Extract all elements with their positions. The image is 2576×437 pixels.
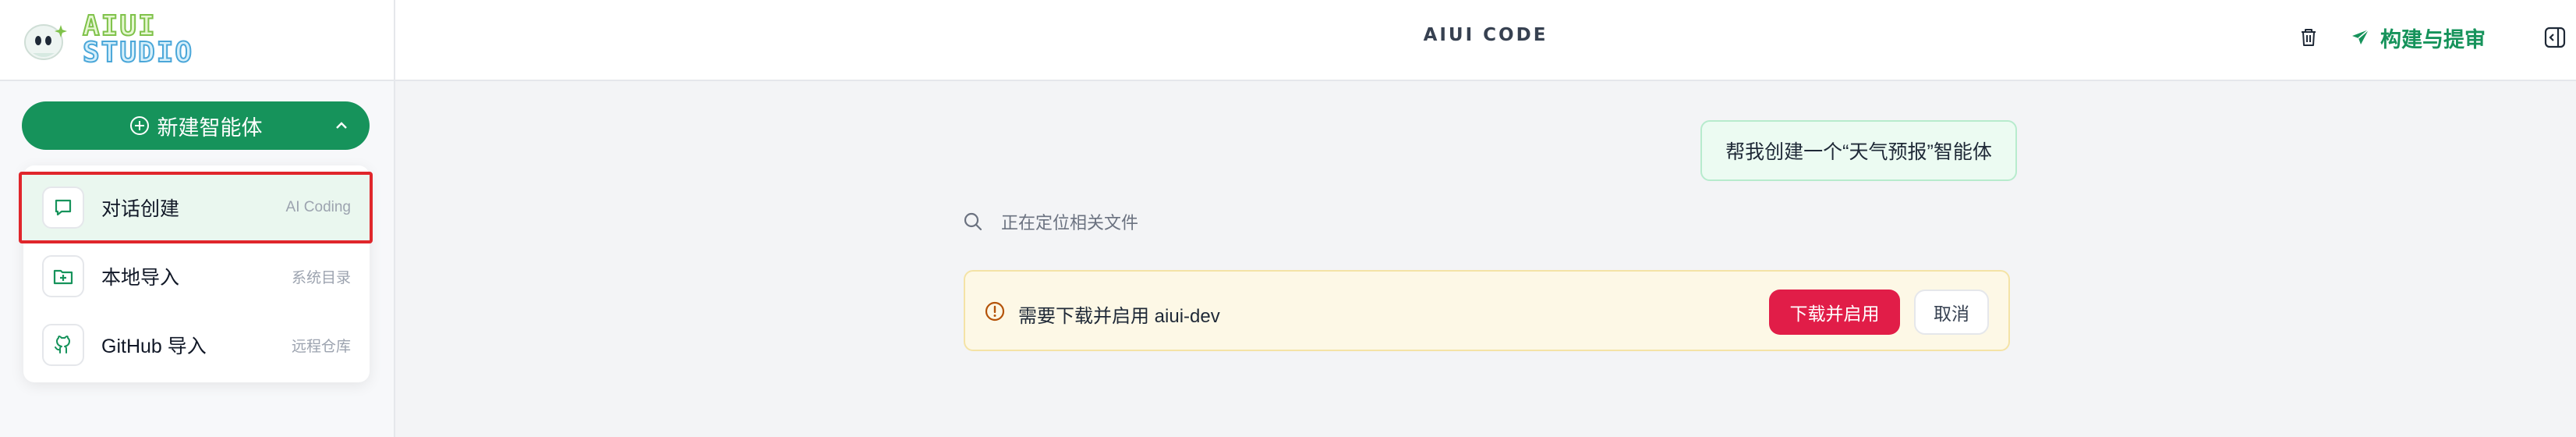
- status-text: 正在定位相关文件: [1001, 213, 1139, 233]
- menu-item-hint: 远程仓库: [291, 338, 351, 355]
- cancel-button[interactable]: 取消: [1914, 290, 1989, 335]
- page-title: AIUI CODE: [1423, 25, 1548, 45]
- new-agent-menu: 对话创建 AI Coding 本地导入 系统目录 GitHub 导入 远程仓库: [19, 165, 373, 382]
- alert-circle-icon: [985, 301, 1005, 322]
- menu-item-label: 对话创建: [101, 198, 180, 220]
- brand-logo[interactable]: AIUI STUDIO: [0, 0, 394, 81]
- chevron-up-icon: [336, 122, 347, 129]
- menu-item-label: GitHub 导入: [101, 336, 207, 357]
- user-message-bubble: 帮我创建一个“天气预报”智能体: [1700, 120, 2017, 181]
- user-message-text: 帮我创建一个“天气预报”智能体: [1725, 141, 1992, 163]
- menu-item-hint: 系统目录: [291, 269, 351, 286]
- menu-item-chat-create[interactable]: 对话创建 AI Coding: [19, 172, 373, 243]
- install-prompt-card: 需要下载并启用 aiui-dev 下载并启用 取消: [964, 270, 2010, 351]
- new-agent-label: 新建智能体: [157, 115, 263, 140]
- menu-item-local-import[interactable]: 本地导入 系统目录: [23, 242, 370, 311]
- brand-wordmark: AIUI STUDIO: [82, 12, 194, 69]
- status-line: 正在定位相关文件: [962, 209, 1138, 234]
- download-enable-button[interactable]: 下载并启用: [1769, 290, 1900, 335]
- send-icon: [2352, 29, 2369, 44]
- build-button-label: 构建与提审: [2380, 27, 2486, 52]
- plus-circle-icon: [129, 116, 149, 135]
- chat-icon: [55, 199, 72, 216]
- menu-item-hint: AI Coding: [285, 199, 351, 215]
- menu-item-label: 本地导入: [101, 267, 180, 289]
- mascot-icon: [24, 24, 67, 60]
- trash-icon: [2302, 29, 2316, 46]
- github-icon: [55, 336, 70, 354]
- folder-import-icon: [53, 269, 73, 285]
- search-icon: [964, 212, 982, 231]
- install-message: 需要下载并启用 aiui-dev: [1018, 306, 1220, 327]
- sidebar: AIUI STUDIO 新建智能体 对话创建 AI Coding 本地导入 系统…: [0, 0, 395, 437]
- new-agent-button[interactable]: 新建智能体: [22, 101, 370, 150]
- brand-line-2: STUDIO: [82, 37, 194, 69]
- panel-toggle-button[interactable]: [2539, 22, 2571, 53]
- delete-button[interactable]: [2293, 22, 2324, 53]
- panel-toggle-icon: [2544, 27, 2566, 48]
- build-and-submit-button[interactable]: 构建与提审: [2351, 20, 2486, 55]
- menu-item-github-import[interactable]: GitHub 导入 远程仓库: [23, 311, 370, 379]
- top-bar: AIUI CODE 构建与提审: [395, 0, 2576, 81]
